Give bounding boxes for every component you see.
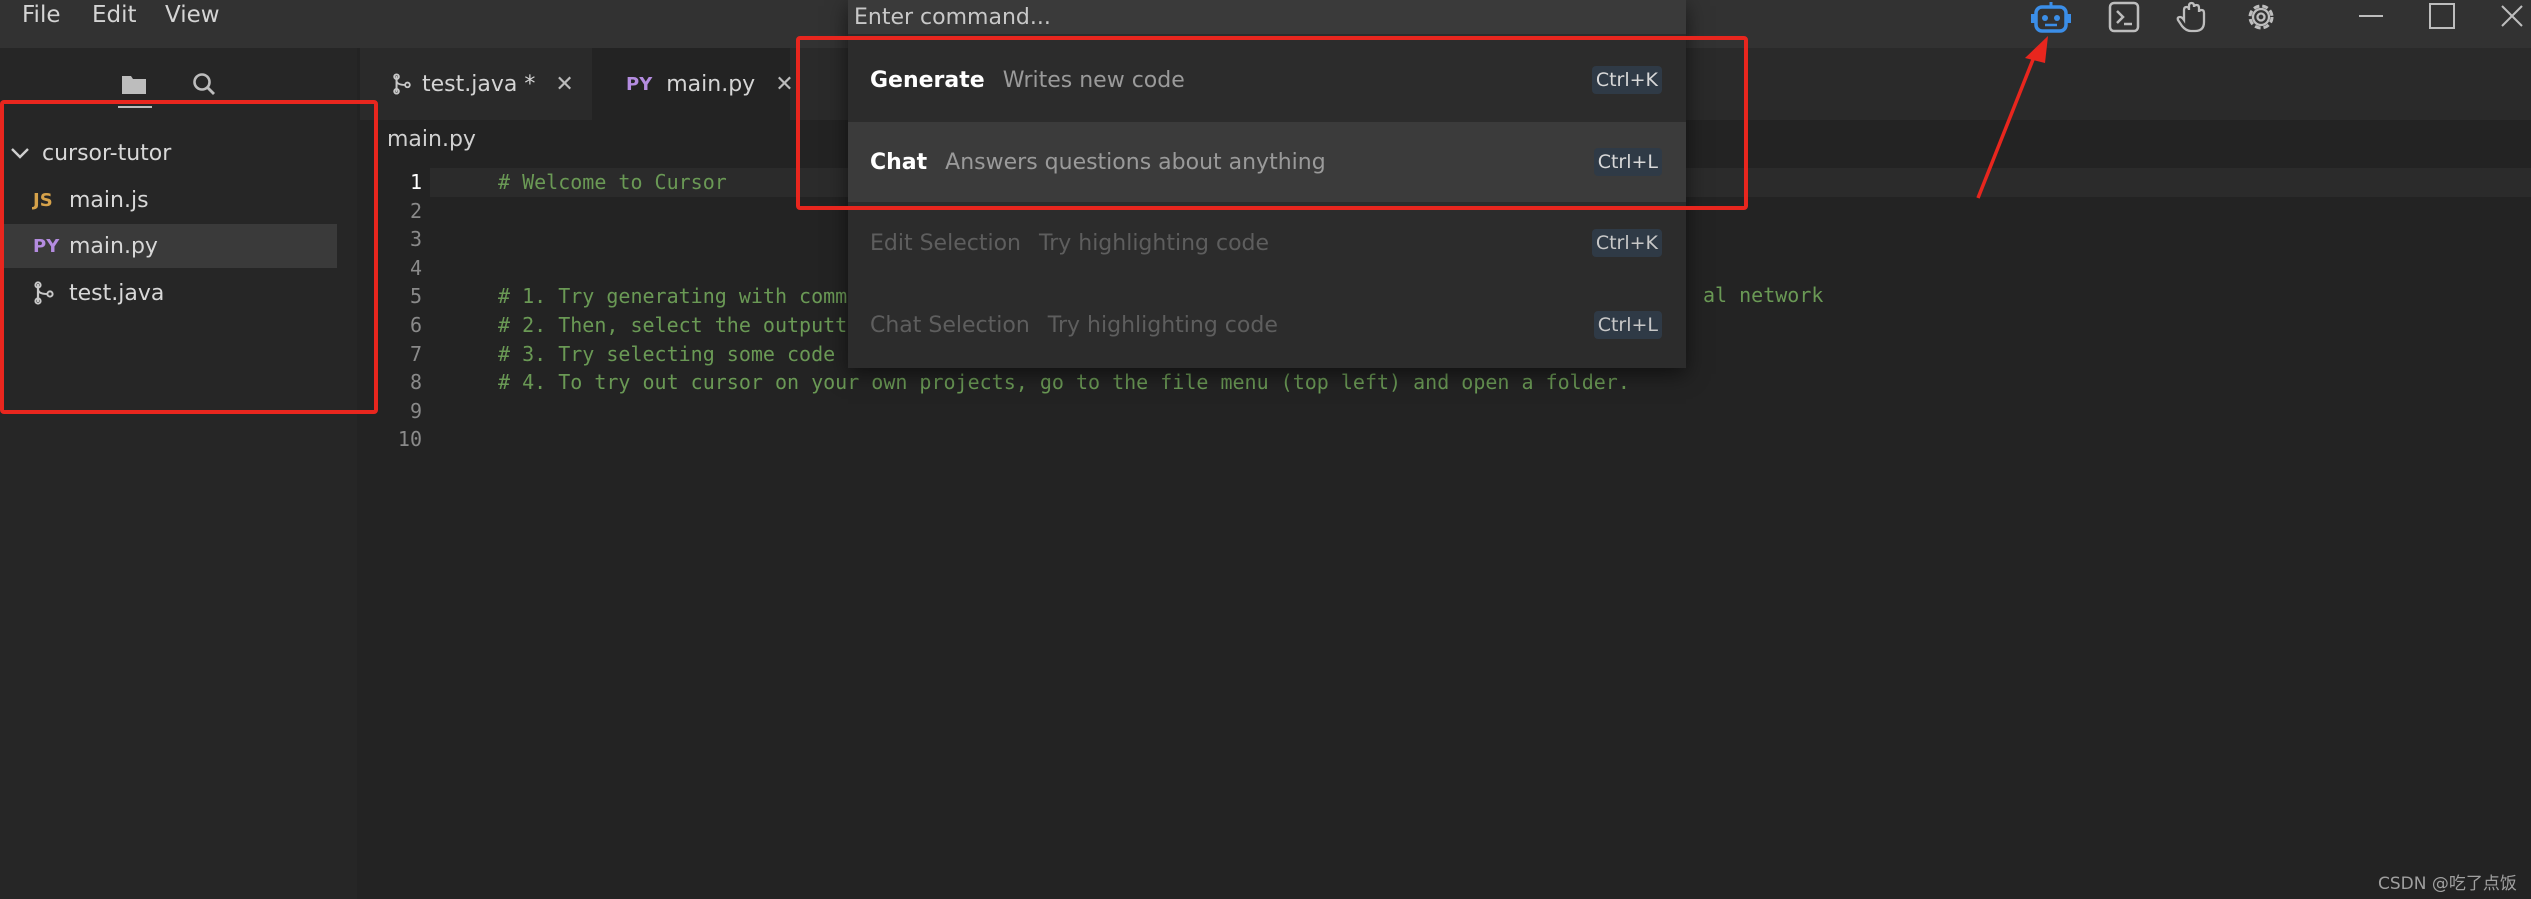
tab-main-py[interactable]: PY main.py ✕ bbox=[592, 48, 794, 120]
line-number: 1 bbox=[409, 170, 422, 194]
tab-test-java[interactable]: test.java * ✕ bbox=[360, 48, 590, 120]
shortcut-badge: Ctrl+K bbox=[1591, 229, 1662, 257]
line-number: 9 bbox=[409, 398, 422, 423]
close-icon[interactable]: ✕ bbox=[555, 72, 573, 97]
tab-label: main.py bbox=[666, 71, 756, 97]
search-icon[interactable] bbox=[186, 66, 222, 102]
menu-edit[interactable]: Edit bbox=[92, 0, 137, 32]
minimize-icon[interactable] bbox=[2349, 0, 2393, 32]
menu-file[interactable]: File bbox=[22, 0, 61, 32]
hand-icon[interactable] bbox=[2168, 0, 2216, 34]
close-icon[interactable] bbox=[2490, 0, 2531, 32]
line-number: 8 bbox=[409, 370, 422, 395]
command-input[interactable] bbox=[848, 0, 1686, 34]
menu-view[interactable]: View bbox=[165, 0, 220, 32]
command-edit-selection[interactable]: Edit Selection Try highlighting code Ctr… bbox=[848, 203, 1686, 283]
breadcrumb: main.py bbox=[387, 127, 476, 152]
line-number: 6 bbox=[409, 313, 422, 337]
command-title: Edit Selection bbox=[870, 230, 1021, 256]
annotation-arrow bbox=[1976, 36, 2048, 199]
line-number: 5 bbox=[409, 284, 422, 309]
gear-icon[interactable] bbox=[2237, 0, 2285, 34]
command-description: Try highlighting code bbox=[1038, 230, 1270, 256]
line-number: 7 bbox=[409, 341, 422, 366]
command-title: Chat Selection bbox=[870, 312, 1030, 338]
tab-label: test.java * bbox=[422, 71, 536, 97]
folder-icon[interactable] bbox=[116, 66, 152, 102]
shortcut-badge: Ctrl+L bbox=[1593, 311, 1662, 339]
line-number: 3 bbox=[409, 227, 422, 252]
code-line: # 3. Try selecting some code bbox=[498, 341, 836, 366]
watermark: CSDN @吃了点饭 bbox=[2378, 874, 2517, 894]
line-number: 4 bbox=[409, 255, 422, 280]
code-overflow-fragment: al network bbox=[1703, 283, 1824, 307]
maximize-icon[interactable] bbox=[2420, 0, 2464, 32]
code-line: # 4. To try out cursor on your own proje… bbox=[498, 370, 1630, 395]
command-description: Try highlighting code bbox=[1047, 312, 1278, 338]
code-line: # 2. Then, select the outputt bbox=[498, 313, 848, 337]
line-number: 2 bbox=[409, 198, 422, 223]
git-branch-icon bbox=[392, 73, 412, 95]
line-number: 10 bbox=[397, 427, 422, 452]
annotation-box-commands bbox=[796, 36, 1748, 210]
robot-icon[interactable] bbox=[2027, 0, 2075, 34]
close-icon[interactable]: ✕ bbox=[775, 72, 793, 97]
annotation-box-sidebar bbox=[0, 100, 378, 414]
python-file-icon: PY bbox=[626, 73, 653, 95]
code-line: # 1. Try generating with comm bbox=[498, 284, 848, 309]
terminal-icon[interactable] bbox=[2100, 0, 2148, 34]
command-chat-selection[interactable]: Chat Selection Try highlighting code Ctr… bbox=[848, 285, 1686, 365]
code-line: # Welcome to Cursor bbox=[498, 170, 727, 194]
